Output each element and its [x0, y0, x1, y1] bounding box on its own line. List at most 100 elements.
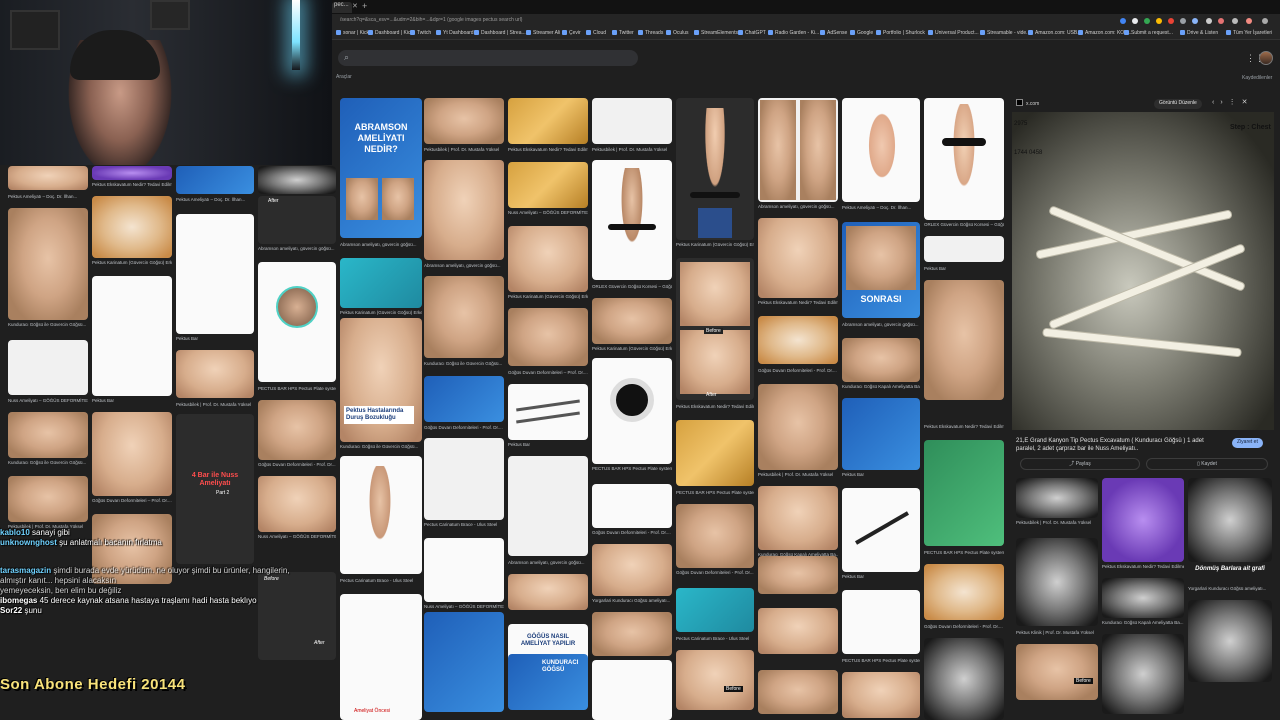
- image-result[interactable]: [842, 398, 920, 470]
- image-result[interactable]: [592, 544, 672, 596]
- preview-source[interactable]: x.com: [1016, 99, 1039, 107]
- bookmark-item[interactable]: Dashboard | Kick: [368, 30, 413, 36]
- bookmark-item[interactable]: Çevir: [562, 30, 581, 36]
- bookmark-item[interactable]: Drive & Listen: [1180, 30, 1218, 36]
- url-field[interactable]: /search?q=&sca_esv=...&udm=2&bih=...&dpr…: [340, 17, 1110, 26]
- image-result[interactable]: [676, 420, 754, 486]
- related-image[interactable]: [1102, 634, 1184, 714]
- image-result[interactable]: [258, 400, 336, 460]
- preview-nav[interactable]: ‹›⋮✕: [1212, 98, 1254, 106]
- profile-icon[interactable]: [1246, 18, 1252, 24]
- image-result[interactable]: [424, 276, 504, 358]
- browser-tab[interactable]: pec...: [332, 2, 352, 13]
- bookmark-item[interactable]: Google: [850, 30, 873, 36]
- related-image[interactable]: [1102, 578, 1184, 618]
- tools-button[interactable]: Araçlar: [336, 74, 352, 80]
- image-result[interactable]: [424, 438, 504, 520]
- image-result[interactable]: [8, 412, 88, 458]
- bookmark-item[interactable]: ChatGPT: [738, 30, 766, 36]
- bookmark-item[interactable]: Amazon.com: USB...: [1028, 30, 1081, 36]
- image-result[interactable]: [8, 208, 88, 320]
- image-result[interactable]: [92, 412, 172, 496]
- image-result[interactable]: [924, 236, 1004, 262]
- image-result[interactable]: [758, 218, 838, 298]
- image-result[interactable]: Pektus Hastalarında Duruş Bozukluğu: [340, 318, 422, 442]
- image-result[interactable]: [92, 276, 172, 396]
- image-result[interactable]: [424, 98, 504, 144]
- extension-icon[interactable]: [1144, 18, 1150, 24]
- extension-icon[interactable]: [1192, 18, 1198, 24]
- preview-image[interactable]: [1012, 112, 1274, 430]
- image-result[interactable]: [924, 564, 1004, 620]
- image-result[interactable]: KUNDURACI GÖĞSÜ: [508, 654, 588, 710]
- image-result[interactable]: [340, 456, 422, 574]
- bookmark-item[interactable]: Radio Garden - Ki...: [768, 30, 819, 36]
- edit-image-button[interactable]: Görüntü Düzenle: [1154, 99, 1202, 109]
- image-result[interactable]: [8, 476, 88, 522]
- share-button[interactable]: ⤴ Paylaş: [1020, 458, 1140, 470]
- image-result[interactable]: [592, 612, 672, 656]
- image-result[interactable]: [842, 488, 920, 572]
- image-result[interactable]: [258, 476, 336, 532]
- bookmark-item[interactable]: StreamElements: [694, 30, 738, 36]
- extension-icon[interactable]: [1120, 18, 1126, 24]
- extension-icon[interactable]: [1168, 18, 1174, 24]
- preview-title[interactable]: 21,E Grand Kanyon Tip Pectus Excavatum (…: [1016, 437, 1221, 453]
- image-result[interactable]: [258, 166, 336, 194]
- image-result[interactable]: [842, 98, 920, 202]
- bookmark-item[interactable]: Streamer Ali: [526, 30, 560, 36]
- bookmark-item[interactable]: Tüm Yer İşaretleri: [1226, 30, 1272, 36]
- bookmark-item[interactable]: Threads: [638, 30, 663, 36]
- related-image[interactable]: Before: [1016, 644, 1098, 700]
- image-result[interactable]: [508, 226, 588, 292]
- bookmark-item[interactable]: Universal Product...: [928, 30, 979, 36]
- image-result[interactable]: [592, 358, 672, 464]
- image-result[interactable]: [842, 338, 920, 382]
- bookmark-item[interactable]: Oculus: [666, 30, 689, 36]
- image-result[interactable]: [8, 340, 88, 395]
- image-result[interactable]: [924, 280, 1004, 400]
- image-result[interactable]: [842, 590, 920, 654]
- image-result[interactable]: [592, 98, 672, 144]
- extension-icon[interactable]: [1218, 18, 1224, 24]
- bookmark-item[interactable]: Streamable - vide...: [980, 30, 1030, 36]
- bookmark-item[interactable]: AdSense: [820, 30, 847, 36]
- image-result[interactable]: [758, 670, 838, 714]
- image-result[interactable]: [258, 262, 336, 382]
- image-result[interactable]: Before: [676, 650, 754, 710]
- image-result[interactable]: [424, 612, 504, 712]
- image-result[interactable]: [676, 588, 754, 632]
- menu-icon[interactable]: [1262, 18, 1268, 24]
- image-result[interactable]: [508, 456, 588, 556]
- visit-button[interactable]: Ziyaret et: [1232, 438, 1263, 448]
- image-result[interactable]: [592, 160, 672, 280]
- image-result[interactable]: After: [258, 196, 336, 244]
- search-icon[interactable]: ⌕: [344, 52, 349, 63]
- image-result[interactable]: [424, 538, 504, 602]
- related-image[interactable]: [1016, 478, 1098, 518]
- saved-link[interactable]: Kaydedilenler: [1242, 75, 1272, 81]
- image-result[interactable]: [758, 556, 838, 594]
- related-image[interactable]: [1188, 478, 1272, 562]
- image-result[interactable]: Before After: [676, 258, 754, 400]
- image-result[interactable]: [592, 484, 672, 528]
- save-button[interactable]: ▯ Kaydet: [1146, 458, 1268, 470]
- extension-icon[interactable]: [1206, 18, 1212, 24]
- bookmark-item[interactable]: Twitch: [410, 30, 431, 36]
- image-result[interactable]: [176, 166, 254, 194]
- extension-icon[interactable]: [1132, 18, 1138, 24]
- related-image[interactable]: [1102, 478, 1184, 562]
- image-result[interactable]: [592, 660, 672, 720]
- image-result[interactable]: Ameliyat Öncesi: [340, 594, 422, 720]
- image-result[interactable]: [424, 160, 504, 260]
- image-result[interactable]: [508, 574, 588, 610]
- bookmark-item[interactable]: Portfolio | Shurlock: [876, 30, 925, 36]
- image-result[interactable]: [8, 166, 88, 190]
- new-tab-icon[interactable]: +: [362, 1, 367, 11]
- image-result[interactable]: [924, 98, 1004, 220]
- image-result[interactable]: [92, 196, 172, 258]
- search-input[interactable]: ⌕: [338, 50, 638, 66]
- image-result[interactable]: [176, 350, 254, 398]
- related-image[interactable]: [1188, 600, 1272, 682]
- bookmark-item[interactable]: Twitter: [612, 30, 634, 36]
